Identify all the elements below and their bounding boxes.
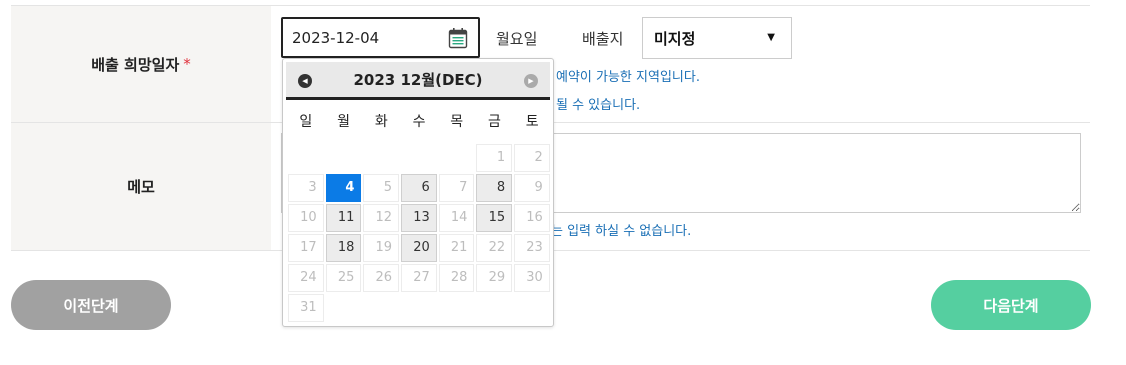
weekday-header: 일 월 화 수 목 금 토 [287,111,551,131]
calendar-day: 3 [288,174,324,202]
weekday-wed: 수 [412,114,426,130]
calendar-day-selected[interactable]: 4 [325,174,362,202]
calendar-day: 16 [514,204,550,232]
calendar-day[interactable]: 13 [401,204,437,232]
calendar-day: 24 [288,264,324,292]
date-value: 2023-12-04 [292,28,380,47]
calendar-day[interactable]: 18 [325,234,362,262]
origin-value: 미지정 [654,29,696,48]
calendar-day: 30 [514,264,550,292]
info-line-2: 될 수 있습니다. [556,98,641,113]
calendar-day: 28 [438,264,475,292]
calendar-icon[interactable] [448,27,468,49]
calendar-day: 1 [476,144,513,172]
calendar-empty-cell [288,144,324,172]
calendar-day[interactable]: 6 [401,174,437,202]
calendar-header: ◀ 2023 12월(DEC) ▶ [286,62,550,100]
calendar-day[interactable]: 8 [476,174,513,202]
calendar-day[interactable]: 20 [401,234,437,262]
calendar-day: 5 [363,174,400,202]
calendar-day: 21 [438,234,475,262]
prev-step-button[interactable]: 이전단계 [11,280,171,330]
weekday-text: 월요일 [496,30,538,48]
calendar-day: 9 [514,174,550,202]
origin-select[interactable]: 미지정 ▼ [642,17,792,59]
calendar-day: 17 [288,234,324,262]
next-step-button[interactable]: 다음단계 [931,280,1091,330]
date-label-cell: 배출 희망일자 * [11,6,271,122]
calendar-day[interactable]: 11 [325,204,362,232]
calendar-day: 7 [438,174,475,202]
calendar-title: 2023 12월(DEC) [353,71,483,89]
weekday-thu: 목 [450,114,464,130]
calendar-day: 12 [363,204,400,232]
weekday-fri: 금 [488,114,501,130]
memo-note: 는 입력 하실 수 없습니다. [551,224,692,239]
weekday-sat: 토 [525,114,539,130]
calendar-day: 27 [401,264,437,292]
calendar-day: 31 [288,294,324,322]
info-line-1: 예약이 가능한 지역입니다. [556,70,700,85]
memo-label-cell: 메모 [11,123,271,250]
calendar-day: 19 [363,234,400,262]
chevron-left-icon[interactable]: ◀ [298,74,312,88]
memo-label: 메모 [127,178,155,196]
calendar-empty-cell [439,144,475,172]
calendar-day: 26 [363,264,400,292]
calendar-empty-cell [326,144,362,172]
required-mark: * [183,55,191,73]
date-input[interactable]: 2023-12-04 [281,17,480,58]
date-label: 배출 희망일자 [91,55,180,74]
calendar-day: 29 [476,264,513,292]
calendar-empty-cell [401,144,437,172]
calendar-day: 22 [476,234,513,262]
date-picker-popup: ◀ 2023 12월(DEC) ▶ 일 월 화 수 목 금 토 12345678… [282,58,554,327]
origin-label: 배출지 [582,30,624,48]
calendar-grid: 1 2 3 4 5 6 7 8 9 10 11 12 13 14 15 16 17 18 19 20 21 22 23 24 2… [287,143,551,323]
calendar-day[interactable]: 15 [476,204,513,232]
calendar-day: 14 [438,204,475,232]
weekday-tue: 화 [374,114,388,130]
caret-down-icon: ▼ [767,32,775,43]
calendar-day: 25 [325,264,362,292]
chevron-right-icon[interactable]: ▶ [524,74,538,88]
calendar-day: 23 [514,234,550,262]
calendar-empty-cell [363,144,399,172]
calendar-day: 10 [288,204,324,232]
weekday-sun: 일 [299,114,313,130]
weekday-mon: 월 [337,114,351,130]
calendar-day: 2 [514,144,550,172]
